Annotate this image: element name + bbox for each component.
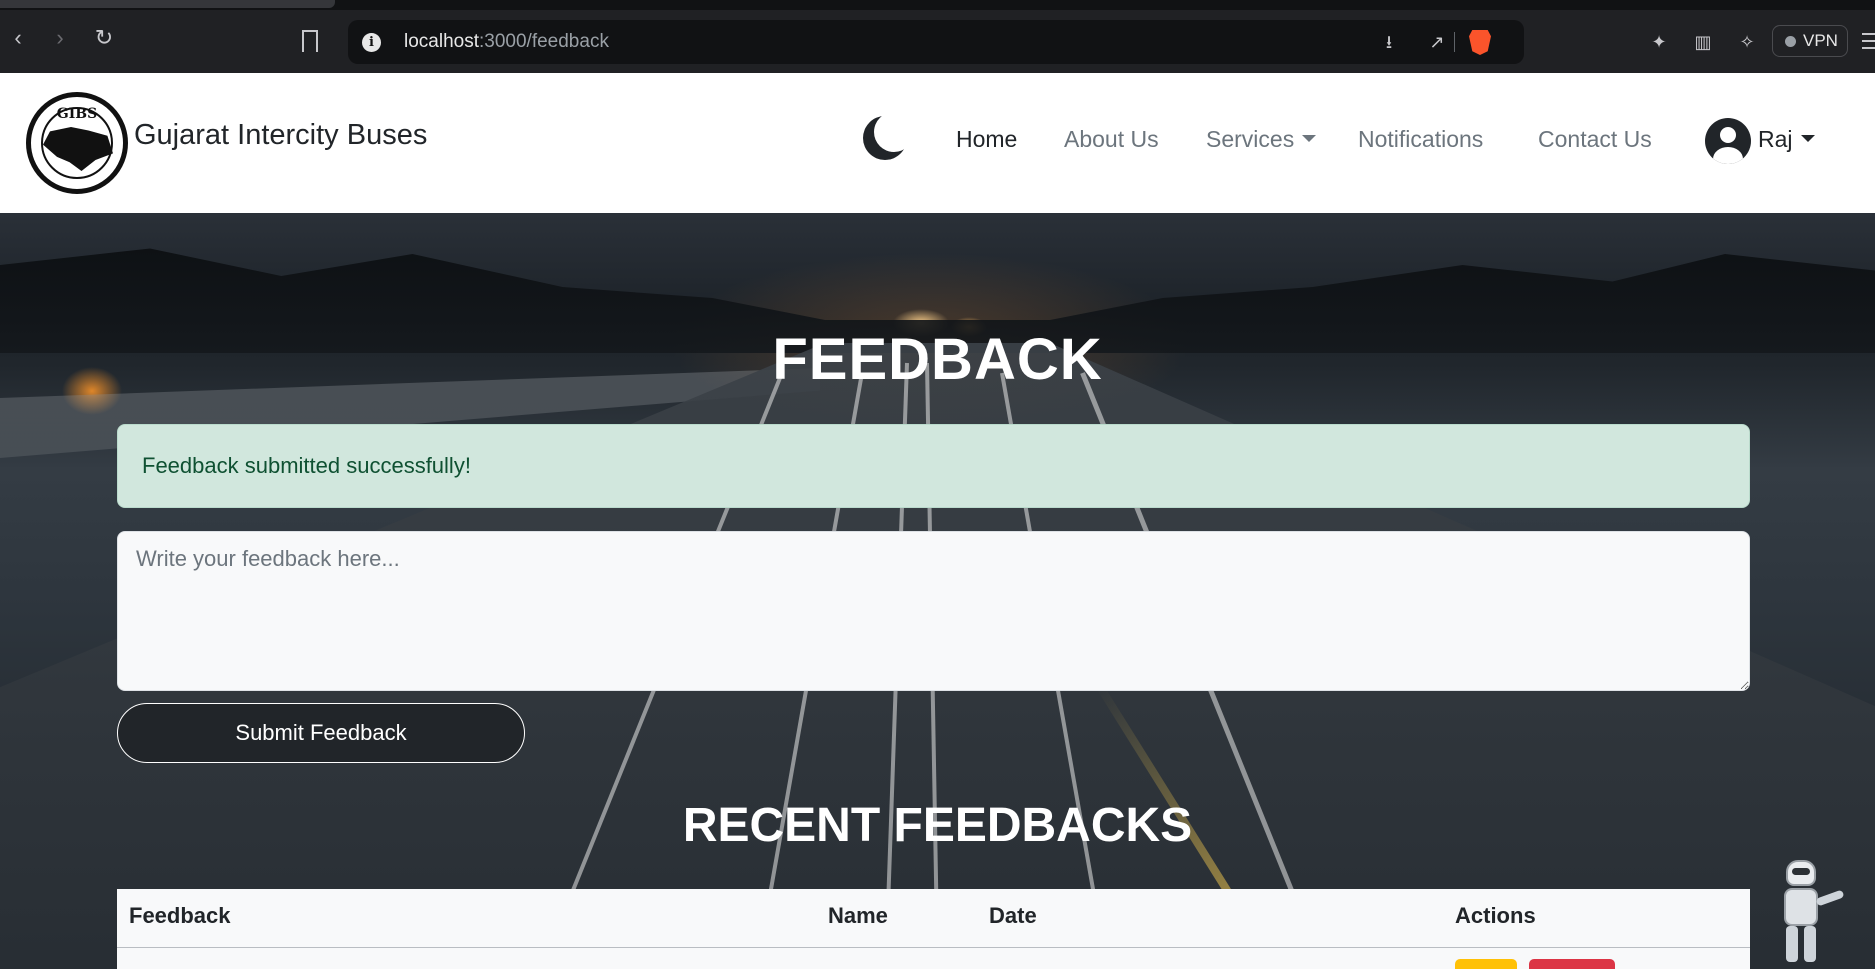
feedback-table: Feedback Name Date Actions bbox=[117, 889, 1750, 969]
tab-strip bbox=[0, 0, 1875, 10]
feedback-textarea[interactable] bbox=[117, 531, 1750, 691]
chevron-down-icon bbox=[1800, 135, 1815, 143]
user-name: Raj bbox=[1758, 126, 1793, 152]
site-info-icon[interactable]: i bbox=[362, 33, 381, 52]
recent-feedbacks-title: RECENT FEEDBACKS bbox=[682, 799, 1193, 852]
brave-shield-icon[interactable] bbox=[1469, 30, 1491, 55]
column-header-name: Name bbox=[828, 903, 888, 928]
column-header-date: Date bbox=[989, 903, 1037, 928]
avatar-body bbox=[1713, 147, 1743, 164]
submit-feedback-button[interactable]: Submit Feedback bbox=[117, 703, 525, 763]
alert-message: Feedback submitted successfully! bbox=[142, 453, 471, 478]
browser-toolbar: ‹ › ↻ i localhost:3000/feedback ⭳ ↗ ✦ ▥ … bbox=[0, 0, 1875, 73]
forward-icon[interactable]: › bbox=[48, 26, 72, 50]
success-alert: Feedback submitted successfully! bbox=[117, 424, 1750, 508]
logo-text: GIBS bbox=[56, 106, 98, 122]
bookmark-icon[interactable] bbox=[302, 30, 318, 52]
vpn-button[interactable]: VPN bbox=[1772, 25, 1848, 57]
address-bar[interactable]: i localhost:3000/feedback ⭳ ↗ bbox=[348, 20, 1524, 64]
url-text[interactable]: localhost:3000/feedback bbox=[404, 31, 609, 53]
robot-arm bbox=[1815, 889, 1845, 907]
back-icon[interactable]: ‹ bbox=[6, 26, 30, 50]
install-app-icon[interactable]: ⭳ bbox=[1378, 32, 1400, 52]
nav-services[interactable]: Services bbox=[1206, 126, 1317, 153]
chevron-down-icon bbox=[1302, 135, 1317, 143]
reload-icon[interactable]: ↻ bbox=[92, 26, 116, 50]
moon-icon[interactable] bbox=[874, 112, 914, 152]
url-path: :3000/feedback bbox=[479, 31, 609, 52]
delete-button[interactable] bbox=[1529, 959, 1615, 969]
user-avatar-icon[interactable] bbox=[1705, 118, 1751, 164]
table-divider bbox=[117, 947, 1750, 948]
robot-body bbox=[1784, 888, 1818, 926]
url-host: localhost bbox=[404, 31, 479, 52]
menu-icon[interactable] bbox=[1862, 33, 1875, 49]
extensions-icon[interactable]: ✦ bbox=[1648, 31, 1670, 53]
page-title: FEEDBACK bbox=[772, 327, 1103, 392]
nav-home[interactable]: Home bbox=[956, 126, 1017, 153]
robot-visor bbox=[1792, 868, 1810, 875]
address-bar-divider bbox=[1454, 32, 1455, 52]
user-menu-toggle[interactable]: Raj bbox=[1758, 126, 1815, 153]
gibs-logo[interactable]: GIBS bbox=[26, 92, 128, 194]
nav-services-label: Services bbox=[1206, 126, 1295, 152]
column-header-actions: Actions bbox=[1455, 903, 1536, 928]
active-tab-edge[interactable] bbox=[0, 0, 335, 8]
brand-name[interactable]: Gujarat Intercity Buses bbox=[134, 119, 427, 152]
share-icon[interactable]: ↗ bbox=[1426, 32, 1448, 52]
avatar-head bbox=[1720, 127, 1736, 143]
nav-about-us[interactable]: About Us bbox=[1064, 126, 1159, 153]
vpn-label: VPN bbox=[1803, 31, 1838, 50]
sidebar-icon[interactable]: ▥ bbox=[1692, 31, 1714, 53]
site-navbar: GIBS Gujarat Intercity Buses Home About … bbox=[0, 73, 1875, 213]
robot-leg bbox=[1786, 926, 1798, 962]
column-header-feedback: Feedback bbox=[129, 903, 231, 928]
nav-notifications[interactable]: Notifications bbox=[1358, 126, 1483, 153]
nav-contact-us[interactable]: Contact Us bbox=[1538, 126, 1652, 153]
chatbot-robot-icon[interactable] bbox=[1772, 858, 1848, 969]
edit-button[interactable] bbox=[1455, 959, 1517, 969]
leo-ai-icon[interactable]: ✧ bbox=[1736, 31, 1758, 53]
robot-leg bbox=[1804, 926, 1816, 962]
vpn-status-icon bbox=[1785, 36, 1796, 47]
